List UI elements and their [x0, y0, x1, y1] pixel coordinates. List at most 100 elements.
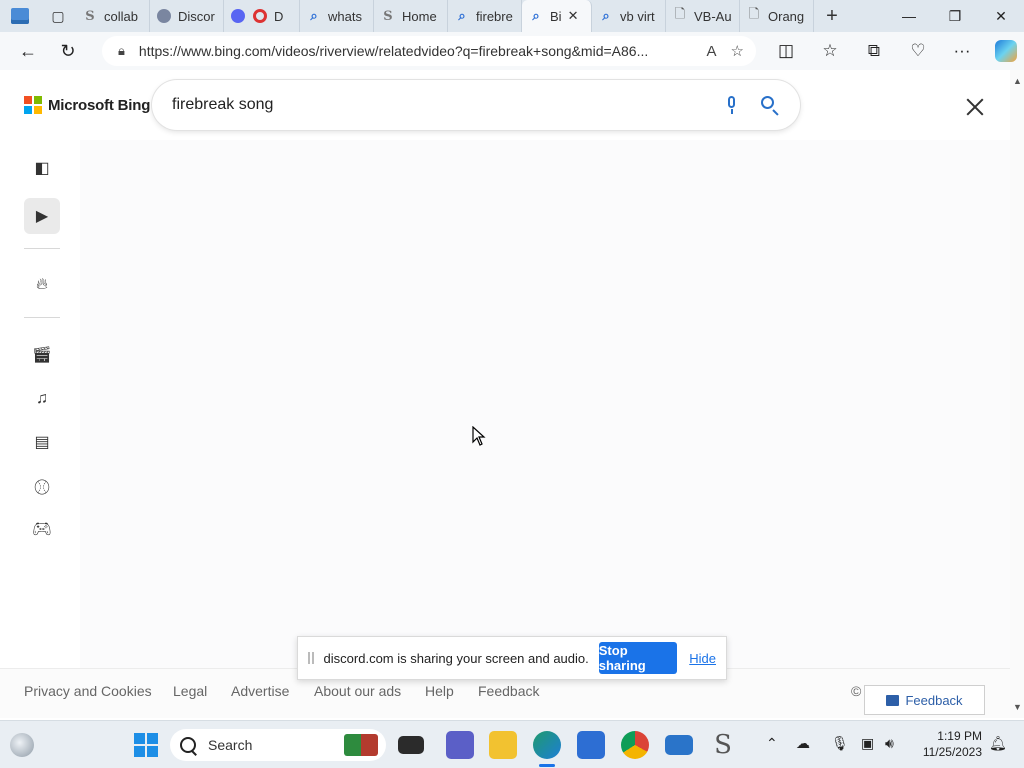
microphone-icon[interactable]: 🎙︎ [831, 735, 849, 752]
read-aloud-icon[interactable]: A [707, 43, 717, 60]
tab-discord-recording[interactable]: D [224, 0, 300, 32]
hide-link[interactable]: Hide [689, 651, 716, 666]
sidebar-divider [24, 248, 60, 249]
windows-start-icon[interactable] [134, 733, 158, 757]
document-icon: 🗋 [674, 6, 686, 21]
close-icon[interactable] [962, 94, 988, 120]
clock-date: 11/25/2023 [922, 745, 982, 759]
favorite-star-icon[interactable]: ☆ [731, 42, 744, 60]
footer-link-help[interactable]: Help [425, 683, 454, 699]
drag-handle-icon[interactable] [308, 652, 314, 664]
search-icon[interactable] [758, 93, 782, 117]
url-text[interactable]: https://www.bing.com/videos/riverview/re… [139, 43, 693, 59]
more-options-icon[interactable]: ··· [940, 41, 984, 61]
close-tab-icon[interactable]: ✕ [568, 8, 579, 24]
lock-icon[interactable]: 🔒︎ [118, 43, 125, 59]
tab-actions-icon[interactable]: ▢ [40, 0, 76, 32]
file-explorer-icon[interactable] [489, 731, 517, 759]
mail-icon[interactable] [665, 735, 693, 755]
show-hidden-icons-icon[interactable]: ⌃ [766, 735, 778, 752]
tab-bing-active[interactable]: ⌕ Bi ✕ [522, 0, 592, 32]
address-bar[interactable]: 🔒︎ https://www.bing.com/videos/riverview… [102, 36, 756, 66]
bing-video-page: ▲ ▼ Microsoft Bing ◧ ▶ 🔥︎ 🎬︎ ♫ ▤ ⚾︎ 🎮︎ P… [0, 70, 1024, 718]
taskbar-search[interactable]: Search [170, 729, 386, 761]
screen-share-notification: discord.com is sharing your screen and a… [297, 636, 727, 680]
tab-title: Discor [178, 8, 215, 24]
sports-ball-icon[interactable]: ⚾︎ [24, 468, 60, 504]
search-icon: ⌕ [458, 8, 466, 23]
stop-sharing-button[interactable]: Stop sharing [598, 642, 678, 674]
chat-icon [886, 694, 900, 706]
new-tab-button[interactable]: + [814, 0, 850, 32]
bing-logo[interactable]: Microsoft Bing [24, 96, 150, 114]
scroll-down-icon[interactable]: ▼ [1013, 702, 1022, 712]
tab-orang[interactable]: 🗋 Orang [740, 0, 814, 32]
footer-link-advertise[interactable]: Advertise [231, 683, 289, 699]
microsoft-logo-icon [24, 96, 42, 114]
search-icon [180, 737, 196, 753]
chrome-icon[interactable] [621, 731, 649, 759]
tab-firebreak[interactable]: ⌕ firebre [448, 0, 522, 32]
edge-icon[interactable] [533, 731, 561, 767]
video-player-area[interactable] [80, 140, 1010, 668]
favorites-icon[interactable]: ☆ [808, 41, 852, 61]
browser-tab-strip: ▢ S collab Discor D ⌕ whats S Home ⌕ fir… [0, 0, 1024, 32]
flame-icon[interactable]: 🔥︎ [24, 267, 60, 303]
back-arrow-icon[interactable]: ← [8, 35, 48, 67]
gamepad-icon[interactable]: 🎮︎ [24, 511, 60, 547]
tab-title: firebre [476, 8, 513, 24]
tab-title: Home [402, 8, 437, 24]
taskbar-clock[interactable]: 1:19 PM 11/25/2023 [918, 728, 982, 760]
browser-essentials-icon[interactable]: ♡ [896, 41, 940, 61]
teams-icon[interactable] [446, 731, 474, 759]
scroll-up-icon[interactable]: ▲ [1013, 76, 1022, 86]
window-menu-icon[interactable] [0, 0, 40, 32]
search-input[interactable] [172, 96, 710, 114]
split-screen-icon[interactable]: ◫ [764, 41, 808, 61]
notification-bell-icon[interactable]: 🔔︎ [989, 735, 1007, 752]
minimize-icon[interactable]: — [886, 0, 932, 32]
refresh-icon[interactable]: ↻ [48, 35, 88, 67]
copilot-icon[interactable] [984, 40, 1024, 62]
search-icon: ⌕ [532, 8, 540, 23]
video-icon[interactable]: ▶ [24, 198, 60, 234]
microphone-icon[interactable] [720, 93, 744, 117]
taskbar-search-label: Search [208, 737, 253, 753]
store-icon[interactable] [577, 731, 605, 759]
volume-icon[interactable]: 🔊︎ [885, 735, 894, 752]
screen-share-tray-icon[interactable]: ▣ [861, 735, 874, 752]
tab-vb-virt[interactable]: ⌕ vb virt [592, 0, 666, 32]
footer-link-about-ads[interactable]: About our ads [314, 683, 401, 699]
tab-collab[interactable]: S collab [76, 0, 150, 32]
clapperboard-icon[interactable]: 🎬︎ [24, 337, 60, 373]
tab-title: Orang [768, 8, 805, 24]
logo-text: Microsoft Bing [48, 96, 151, 114]
tab-title: D [274, 8, 284, 24]
feedback-button[interactable]: Feedback [864, 685, 985, 715]
tab-title: VB-Au [694, 8, 732, 24]
restore-icon[interactable]: ❐ [932, 0, 978, 32]
close-window-icon[interactable]: ✕ [978, 0, 1024, 32]
tab-discord[interactable]: Discor [150, 0, 224, 32]
footer-link-feedback[interactable]: Feedback [478, 683, 539, 699]
news-icon[interactable]: ▤ [24, 424, 60, 460]
share-message: discord.com is sharing your screen and a… [323, 650, 589, 666]
tab-whats[interactable]: ⌕ whats [300, 0, 374, 32]
footer-link-privacy[interactable]: Privacy and Cookies [24, 683, 152, 699]
collections-icon[interactable]: ⧉ [852, 41, 896, 61]
weather-icon[interactable] [10, 733, 34, 757]
music-note-icon[interactable]: ♫ [24, 381, 60, 417]
document-icon: 🗋 [748, 6, 760, 21]
page-scrollbar[interactable]: ▲ ▼ [1010, 70, 1024, 718]
copyright-text: © [851, 683, 862, 699]
task-view-icon[interactable] [398, 736, 424, 754]
onedrive-icon[interactable]: ☁︎ [796, 735, 810, 752]
footer-link-legal[interactable]: Legal [173, 683, 207, 699]
tab-home[interactable]: S Home [374, 0, 448, 32]
search-icon: ⌕ [602, 8, 610, 23]
sidebar-divider [24, 317, 60, 318]
search-box[interactable] [152, 80, 800, 130]
tab-vb-au[interactable]: 🗋 VB-Au [666, 0, 740, 32]
sidebar-panel-icon[interactable]: ◧ [24, 150, 60, 186]
s-app-icon[interactable]: S [709, 731, 737, 759]
